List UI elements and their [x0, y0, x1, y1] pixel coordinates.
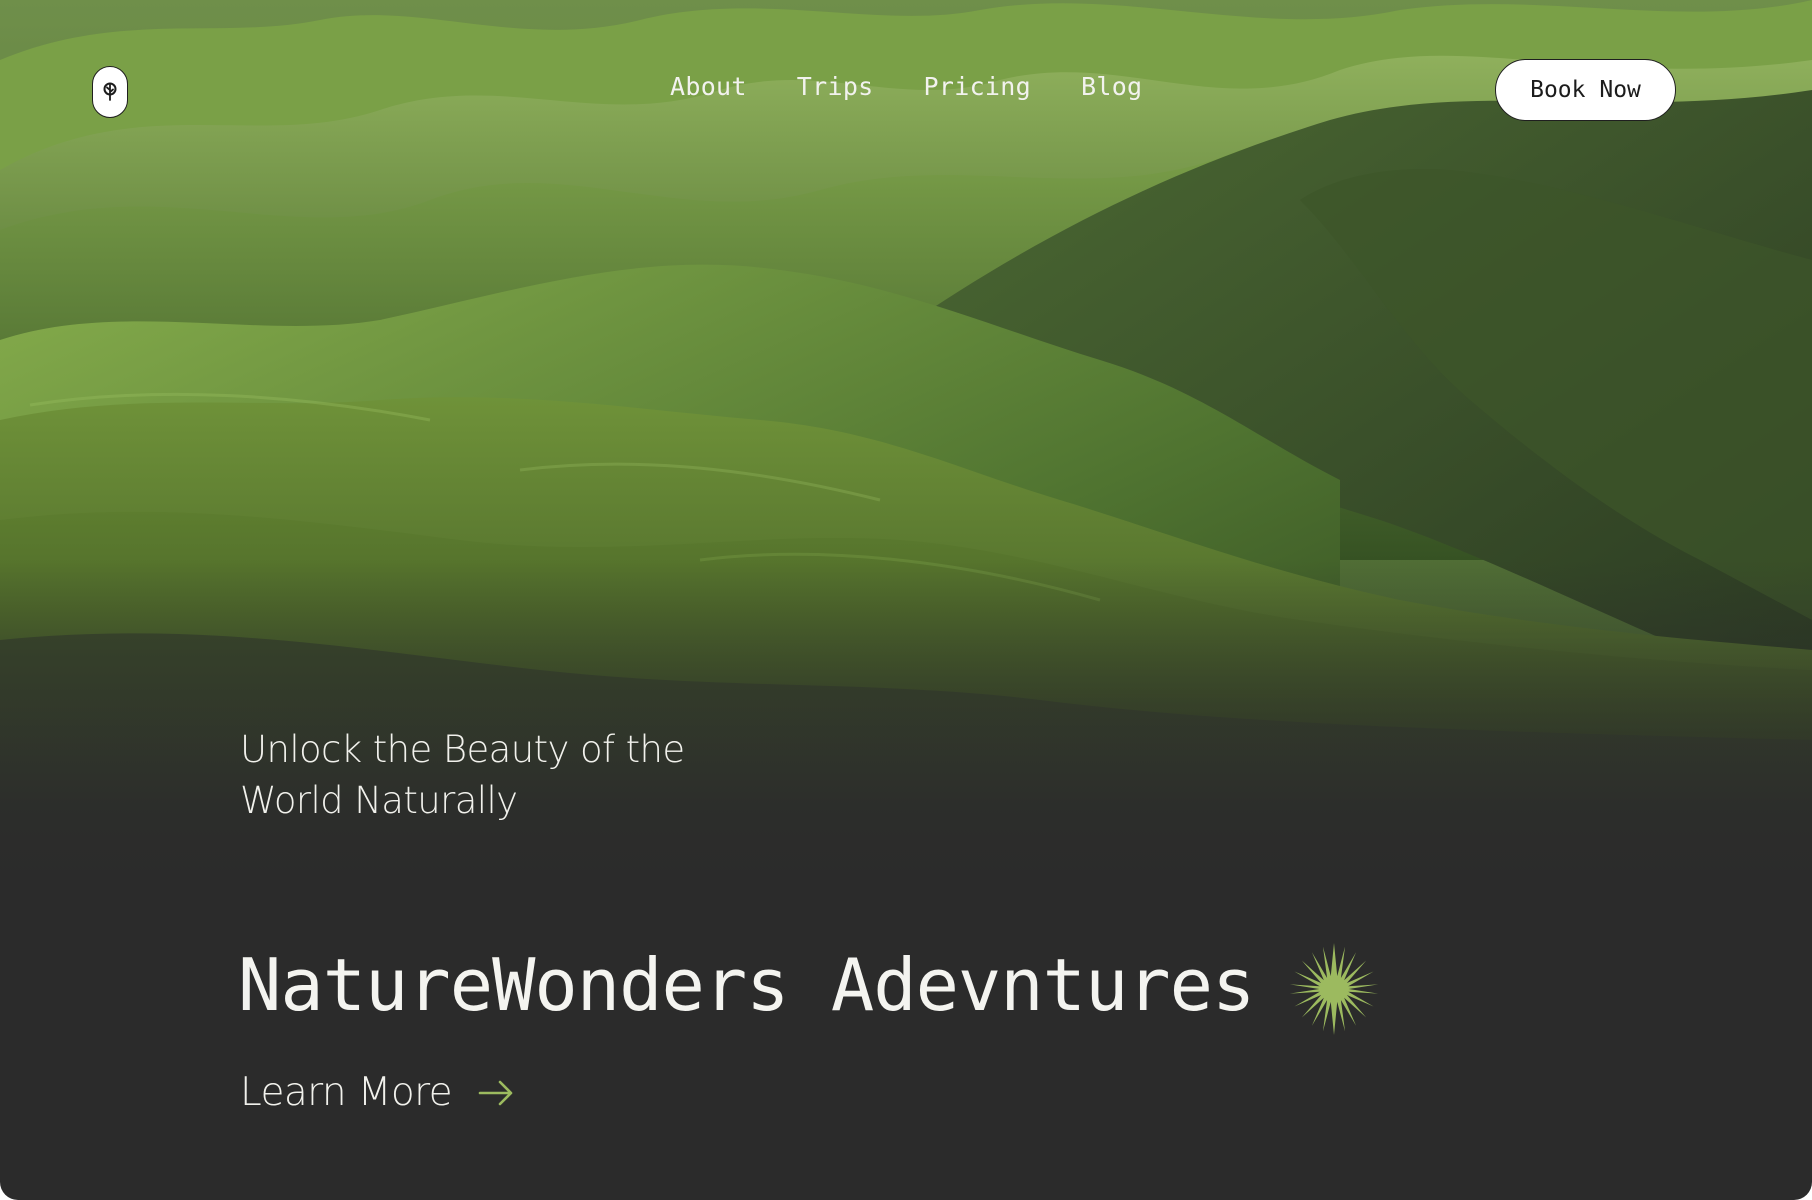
hero-tagline: Unlock the Beauty of the World Naturally	[240, 728, 685, 822]
nav-link-about[interactable]: About	[670, 72, 747, 101]
nav-link-trips[interactable]: Trips	[797, 72, 874, 101]
learn-more-link[interactable]: Learn More	[240, 1070, 514, 1115]
hero-gradient-overlay	[0, 560, 1812, 880]
book-now-button[interactable]: Book Now	[1495, 59, 1676, 121]
starburst-icon	[1290, 943, 1379, 1035]
hero-headline: NatureWonders Adevntures	[238, 943, 1255, 1027]
nav-link-blog[interactable]: Blog	[1081, 72, 1142, 101]
learn-more-label: Learn More	[240, 1070, 453, 1115]
landing-page: About Trips Pricing Blog Book Now Unlock…	[0, 0, 1812, 1200]
headline-row: NatureWonders Adevntures	[238, 935, 1380, 1035]
leaf-tree-icon	[103, 82, 117, 101]
logo-button[interactable]	[92, 66, 128, 118]
arrow-right-icon	[478, 1080, 513, 1105]
top-navigation: About Trips Pricing Blog Book Now	[0, 0, 1812, 180]
nav-links: About Trips Pricing Blog	[670, 72, 1142, 101]
nav-link-pricing[interactable]: Pricing	[924, 72, 1031, 101]
